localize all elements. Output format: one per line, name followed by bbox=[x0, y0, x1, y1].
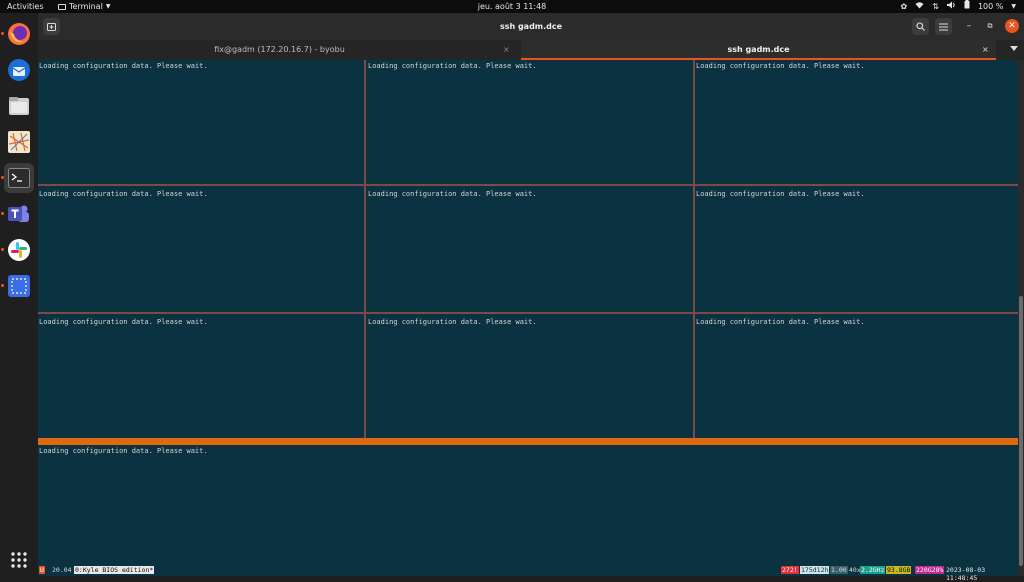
screenshot-icon bbox=[8, 275, 30, 297]
uptime: 175d12h bbox=[800, 566, 830, 574]
flower-icon: ✿ bbox=[900, 2, 908, 11]
dock-teams[interactable] bbox=[1, 199, 34, 229]
close-button[interactable]: ✕ bbox=[1005, 19, 1019, 33]
files-icon bbox=[9, 97, 29, 115]
running-indicator bbox=[1, 212, 4, 215]
active-pane-border[interactable] bbox=[38, 438, 1018, 445]
top-bar: Activities Terminal ▼ jeu. août 3 11:48 … bbox=[0, 0, 1024, 13]
pane-divider[interactable] bbox=[38, 312, 1018, 314]
terminal-app-icon bbox=[58, 3, 66, 10]
minimize-icon: – bbox=[966, 21, 972, 31]
maps-icon bbox=[8, 131, 30, 153]
restore-icon: ⧉ bbox=[987, 21, 993, 30]
maximize-button[interactable]: ⧉ bbox=[983, 19, 997, 33]
teams-icon bbox=[8, 205, 29, 222]
tmux-pane-active[interactable]: Loading configuration data. Please wait. bbox=[38, 445, 1018, 565]
pane-output: Loading configuration data. Please wait. bbox=[39, 62, 208, 70]
tab-ssh[interactable]: ssh gadm.dce × bbox=[521, 40, 996, 60]
terminal-area[interactable]: Loading configuration data. Please wait.… bbox=[38, 60, 1024, 576]
tab-close-icon[interactable]: × bbox=[503, 40, 510, 60]
pane-output: Loading configuration data. Please wait. bbox=[696, 62, 865, 70]
pane-output: Loading configuration data. Please wait. bbox=[696, 190, 865, 198]
window-title: ssh gadm.dce bbox=[499, 22, 563, 31]
os-version: 20.04 bbox=[52, 566, 72, 574]
thunderbird-icon bbox=[8, 59, 30, 81]
byobu-status-line: U 20.04 0:Kyle BIOS edition* 272! 175d12… bbox=[38, 565, 1018, 582]
pane-output: Loading configuration data. Please wait. bbox=[696, 318, 865, 326]
power-menu-icon: ▼ bbox=[1011, 3, 1016, 10]
tmux-pane[interactable]: Loading configuration data. Please wait. bbox=[695, 60, 1018, 184]
pane-output: Loading configuration data. Please wait. bbox=[39, 190, 208, 198]
hamburger-menu-icon bbox=[939, 22, 948, 31]
pane-divider[interactable] bbox=[364, 60, 366, 438]
tmux-pane[interactable]: Loading configuration data. Please wait. bbox=[38, 60, 364, 184]
tab-list-dropdown-icon[interactable] bbox=[1010, 46, 1018, 51]
running-indicator bbox=[1, 248, 4, 251]
tmux-pane[interactable]: Loading configuration data. Please wait. bbox=[38, 316, 364, 438]
activities-button[interactable]: Activities bbox=[7, 0, 44, 13]
clock[interactable]: jeu. août 3 11:48 bbox=[0, 0, 1024, 13]
tab-close-icon[interactable]: × bbox=[982, 40, 989, 60]
network-icon: ⇅ bbox=[932, 2, 939, 11]
running-indicator bbox=[1, 32, 4, 35]
pane-output: Loading configuration data. Please wait. bbox=[368, 190, 537, 198]
app-menu[interactable]: Terminal ▼ bbox=[58, 0, 110, 13]
tmux-pane[interactable]: Loading configuration data. Please wait. bbox=[695, 188, 1018, 312]
pane-output: Loading configuration data. Please wait. bbox=[39, 318, 208, 326]
dock-terminal[interactable] bbox=[1, 163, 34, 193]
slack-icon bbox=[8, 239, 30, 261]
pane-output: Loading configuration data. Please wait. bbox=[368, 62, 537, 70]
show-applications-button[interactable] bbox=[4, 545, 34, 575]
menu-button[interactable] bbox=[935, 18, 952, 35]
dock-slack[interactable] bbox=[1, 235, 34, 265]
tab-label: fix@gadm (172.20.16.7) - byobu bbox=[214, 45, 345, 54]
pane-output: Loading configuration data. Please wait. bbox=[39, 447, 208, 455]
tab-bar: fix@gadm (172.20.16.7) - byobu × ssh gad… bbox=[38, 40, 1024, 60]
show-applications-icon bbox=[11, 552, 27, 568]
chevron-down-icon: ▼ bbox=[105, 3, 111, 10]
tmux-pane[interactable]: Loading configuration data. Please wait. bbox=[367, 60, 694, 184]
dock-firefox[interactable] bbox=[1, 19, 34, 49]
running-indicator bbox=[1, 176, 4, 179]
dock-maps[interactable] bbox=[4, 127, 34, 157]
battery-percent: 100 % bbox=[977, 2, 1004, 11]
window-titlebar[interactable]: ssh gadm.dce – ⧉ ✕ bbox=[38, 13, 1024, 40]
updates-count: 272! bbox=[781, 566, 799, 574]
ubuntu-logo: U bbox=[39, 566, 45, 574]
search-icon bbox=[916, 22, 925, 31]
firefox-icon bbox=[8, 23, 30, 45]
tab-label: ssh gadm.dce bbox=[727, 45, 790, 54]
load-average: 1.00 bbox=[830, 566, 848, 574]
running-indicator bbox=[1, 284, 4, 287]
search-button[interactable] bbox=[912, 18, 929, 35]
app-menu-label: Terminal bbox=[69, 2, 103, 11]
tab-byobu[interactable]: fix@gadm (172.20.16.7) - byobu × bbox=[38, 40, 521, 60]
dock bbox=[0, 13, 38, 576]
status-datetime: 2023-08-03 11:48:45 bbox=[946, 566, 986, 582]
system-tray[interactable]: ✿ ⇅ 100 % ▼ bbox=[901, 0, 1016, 13]
tmux-pane[interactable]: Loading configuration data. Please wait. bbox=[38, 188, 364, 312]
battery-icon bbox=[964, 0, 970, 13]
pane-divider[interactable] bbox=[38, 184, 1018, 186]
dock-thunderbird[interactable] bbox=[4, 55, 34, 85]
window-tab-active[interactable]: 0:Kyle BIOS edition* bbox=[74, 566, 155, 574]
pane-divider[interactable] bbox=[693, 60, 695, 438]
cpu-frequency: 2.2GHz bbox=[860, 566, 886, 574]
minimize-button[interactable]: – bbox=[962, 19, 976, 33]
dock-screenshot[interactable] bbox=[1, 271, 34, 301]
tmux-pane[interactable]: Loading configuration data. Please wait. bbox=[695, 316, 1018, 438]
dock-files[interactable] bbox=[4, 91, 34, 121]
terminal-icon bbox=[8, 168, 30, 188]
scrollbar[interactable] bbox=[1018, 60, 1024, 576]
volume-icon bbox=[946, 0, 956, 13]
disk-usage: 220G28% bbox=[915, 566, 945, 574]
tmux-pane[interactable]: Loading configuration data. Please wait. bbox=[367, 316, 694, 438]
tmux-pane[interactable]: Loading configuration data. Please wait. bbox=[367, 188, 694, 312]
pane-output: Loading configuration data. Please wait. bbox=[368, 318, 537, 326]
wifi-icon bbox=[915, 0, 924, 13]
close-icon: ✕ bbox=[1008, 21, 1016, 31]
memory: 93.8GB bbox=[886, 566, 912, 574]
scrollbar-thumb[interactable] bbox=[1019, 296, 1023, 566]
